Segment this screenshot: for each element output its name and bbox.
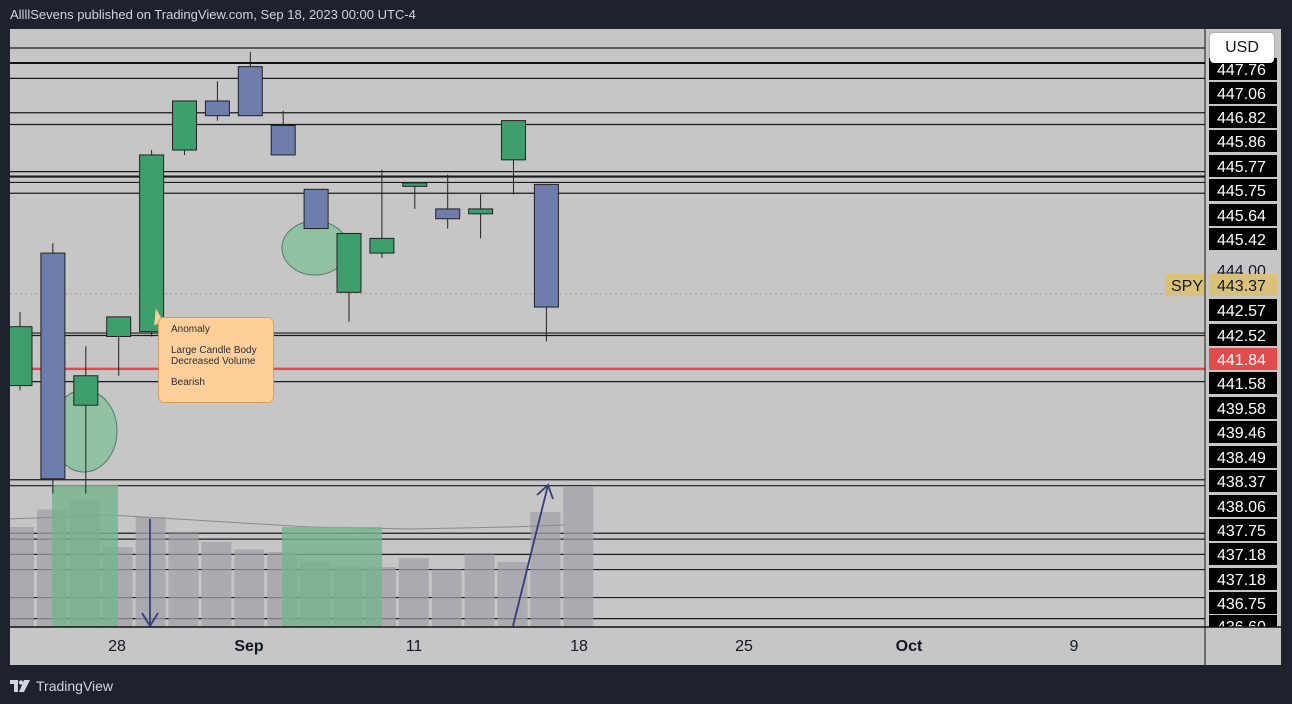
callout-line-2: Decreased Volume [171,356,256,367]
price-label-16: 438.06 [1217,499,1266,516]
volume-bar-5 [168,533,199,627]
red-price-tag-value: 441.84 [1217,352,1266,369]
price-label-3: 445.86 [1217,134,1266,151]
volume-highlight-zone-2 [282,527,382,627]
candle-10 [336,232,362,322]
currency-button[interactable]: USD [1210,33,1274,63]
volume-bar-7 [234,549,265,627]
candle-14 [468,194,494,239]
price-label-11: 441.58 [1217,376,1266,393]
candle-4 [139,150,165,337]
price-label-10: 442.52 [1217,328,1266,345]
candle-3 [106,316,132,376]
candle-7 [237,51,263,117]
price-label-4: 445.77 [1217,159,1266,176]
price-label-12: 439.58 [1217,401,1266,418]
time-label-6: 9 [1070,638,1079,655]
volume-bar-14 [464,554,495,627]
candle-body-11 [369,237,395,254]
candle-body-5 [172,100,197,151]
callout-line-3: Bearish [171,377,205,388]
time-label-1: Sep [234,638,264,655]
candle-body-14 [468,208,494,215]
publish-info: AllllSevens published on TradingView.com… [10,7,416,22]
candle-6 [204,81,230,121]
volume-bar-13 [431,569,462,627]
time-label-2: 11 [406,638,423,655]
time-label-4: 25 [735,638,753,655]
candle-16 [533,183,559,342]
candle-body-8 [270,125,296,156]
price-label-7: 445.42 [1217,232,1266,249]
price-label-14: 438.49 [1217,450,1266,467]
tradingview-logo-icon [10,680,30,692]
price-label-0: 447.76 [1217,62,1266,79]
volume-bar-16 [530,512,561,627]
callout-line-1: Large Candle Body [171,345,257,356]
price-label-20: 436.75 [1217,596,1266,613]
volume-bar-17 [563,487,594,627]
anomaly-callout[interactable]: Anomaly Large Candle Body Decreased Volu… [158,317,274,403]
volume-bar-6 [201,542,232,627]
candle-body-6 [204,100,230,117]
candle-15 [501,120,526,195]
candle-body-13 [435,208,461,220]
time-label-5: Oct [896,638,923,655]
candle-1 [40,243,66,494]
chart-area[interactable]: 447.76 447.06 446.82 445.86 445.77 445.75 445.… [10,29,1281,665]
candle-body-16 [533,183,559,308]
candle-body-2 [73,375,99,406]
last-price-tag-value: 443.37 [1217,278,1266,295]
price-label-18: 437.18 [1217,547,1266,564]
candle-12 [402,182,428,209]
time-axis-bg [10,627,1281,665]
time-label-0: 28 [108,638,126,655]
candle-8 [270,110,296,156]
volume-bar-0 [10,527,34,627]
candle-body-1 [40,252,66,480]
candle-body-12 [402,182,428,187]
candle-body-0 [10,326,33,387]
footer-brand[interactable]: TradingView [10,674,113,698]
price-label-17: 437.75 [1217,523,1266,540]
price-label-9: 442.57 [1217,303,1266,320]
price-label-19: 437.18 [1217,572,1266,589]
candle-body-4 [139,154,165,333]
price-label-5: 445.75 [1217,183,1266,200]
price-label-6: 445.64 [1217,208,1266,225]
candle-9 [303,188,329,230]
time-label-3: 18 [570,638,588,655]
candle-body-10 [336,232,362,293]
price-label-2: 446.82 [1217,110,1266,127]
candle-0 [10,311,33,391]
footer-brand-label: TradingView [36,678,114,694]
price-label-1: 447.06 [1217,86,1266,103]
volume-bar-15 [497,562,528,627]
candle-body-9 [303,188,329,230]
volume-bar-12 [398,558,429,627]
candle-body-7 [237,66,263,117]
candle-body-15 [501,120,526,161]
candle-5 [172,100,197,155]
symbol-tag-name: SPY [1171,278,1203,295]
price-label-13: 439.46 [1217,425,1266,442]
callout-title: Anomaly [171,324,210,335]
candle-body-3 [106,316,132,338]
price-label-15: 438.37 [1217,474,1266,491]
volume-highlight-zone-1 [52,485,118,627]
